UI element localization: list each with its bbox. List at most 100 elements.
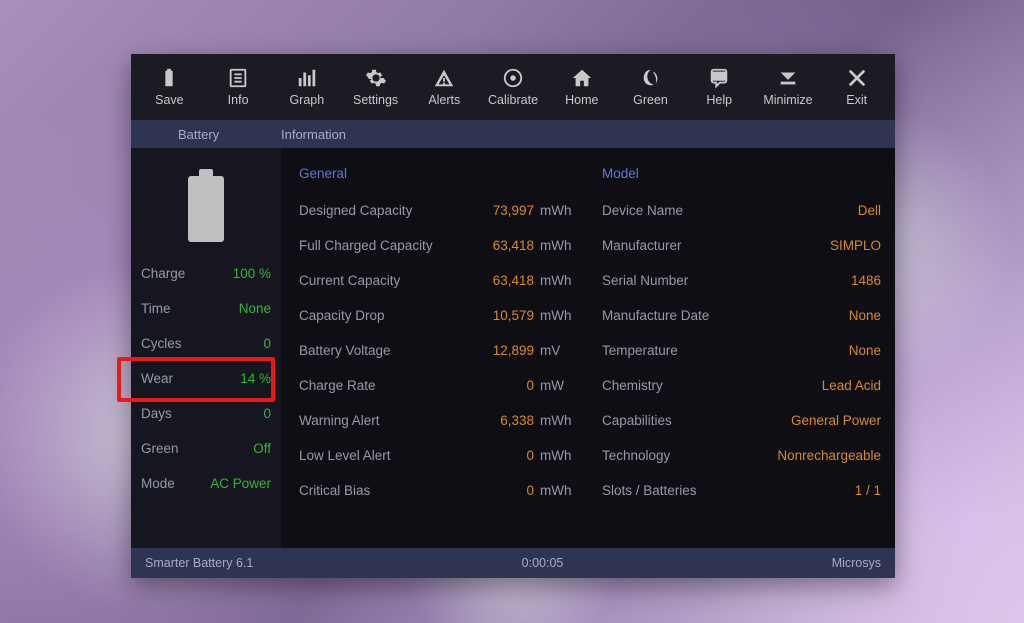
settings-button[interactable]: Settings <box>341 54 410 120</box>
row-key: Low Level Alert <box>299 448 484 463</box>
row-key: Critical Bias <box>299 483 484 498</box>
alerts-icon <box>433 67 455 89</box>
toolbar-label: Alerts <box>428 93 460 107</box>
side-stat-green: GreenOff <box>141 431 271 466</box>
tabs-bar: Battery Information <box>131 120 895 148</box>
row-value: 63,418 <box>484 273 534 288</box>
calibrate-button[interactable]: Calibrate <box>479 54 548 120</box>
graph-icon <box>296 67 318 89</box>
row-key: Warning Alert <box>299 413 484 428</box>
green-button[interactable]: Green <box>616 54 685 120</box>
row-value: 1486 <box>851 273 881 288</box>
battery-graphic-wrap <box>131 162 281 256</box>
desktop-background: SaveInfoGraph Settings Alerts Calibrate Home… <box>0 0 1024 623</box>
row-key: Serial Number <box>602 273 851 288</box>
row-value: 0 <box>484 378 534 393</box>
side-panel: Charge100 %TimeNoneCycles0Wear14 %Days0G… <box>131 148 281 548</box>
row-value: None <box>849 308 881 323</box>
row-key: Battery Voltage <box>299 343 484 358</box>
stat-value: AC Power <box>210 476 271 491</box>
toolbar-label: Home <box>565 93 598 107</box>
stat-value: 100 % <box>233 266 271 281</box>
help-button[interactable]: Help <box>685 54 754 120</box>
app-window: SaveInfoGraph Settings Alerts Calibrate Home… <box>131 54 895 578</box>
exit-button[interactable]: Exit <box>822 54 891 120</box>
model-row: Manufacture DateNone <box>602 298 881 333</box>
side-stats: Charge100 %TimeNoneCycles0Wear14 %Days0G… <box>131 256 281 501</box>
row-value: 0 <box>484 448 534 463</box>
row-key: Full Charged Capacity <box>299 238 484 253</box>
row-key: Capabilities <box>602 413 791 428</box>
side-stat-cycles: Cycles 0 <box>141 326 271 361</box>
row-value: Lead Acid <box>822 378 881 393</box>
side-stat-mode: Mode AC Power <box>141 466 271 501</box>
toolbar-label: Exit <box>846 93 867 107</box>
tab-battery[interactable]: Battery <box>178 127 281 142</box>
stat-key: Cycles <box>141 336 182 351</box>
side-stat-time: TimeNone <box>141 291 271 326</box>
toolbar-label: Settings <box>353 93 398 107</box>
side-stat-charge: Charge 100 % <box>141 256 271 291</box>
general-row: Critical Bias0mWh <box>299 473 578 508</box>
row-value: 0 <box>484 483 534 498</box>
model-row: Serial Number1486 <box>602 263 881 298</box>
save-button[interactable]: Save <box>135 54 204 120</box>
row-unit: mWh <box>534 308 578 323</box>
row-value: General Power <box>791 413 881 428</box>
row-key: Manufacture Date <box>602 308 849 323</box>
home-icon <box>571 67 593 89</box>
stat-key: Mode <box>141 476 175 491</box>
toolbar-label: Calibrate <box>488 93 538 107</box>
model-row: Device NameDell <box>602 193 881 228</box>
model-row: CapabilitiesGeneral Power <box>602 403 881 438</box>
home-button[interactable]: Home <box>547 54 616 120</box>
info-icon <box>227 67 249 89</box>
row-unit: mWh <box>534 483 578 498</box>
stat-key: Time <box>141 301 171 316</box>
stat-key: Charge <box>141 266 185 281</box>
row-value: SIMPLO <box>830 238 881 253</box>
main-panel: General Designed Capacity73,997 mWh Full C… <box>281 148 895 548</box>
general-row: Low Level Alert0mWh <box>299 438 578 473</box>
row-value: 6,338 <box>484 413 534 428</box>
row-key: Device Name <box>602 203 858 218</box>
general-row: Battery Voltage12,899mV <box>299 333 578 368</box>
exit-icon <box>846 67 868 89</box>
toolbar: SaveInfoGraph Settings Alerts Calibrate Home… <box>131 54 895 120</box>
model-row: Slots / Batteries1 / 1 <box>602 473 881 508</box>
row-key: Current Capacity <box>299 273 484 288</box>
stat-key: Wear <box>141 371 173 386</box>
row-key: Manufacturer <box>602 238 830 253</box>
model-row: ManufacturerSIMPLO <box>602 228 881 263</box>
row-value: 63,418 <box>484 238 534 253</box>
battery-icon <box>188 176 224 242</box>
row-value: 12,899 <box>484 343 534 358</box>
status-company: Microsys <box>832 556 881 570</box>
status-app-name: Smarter Battery 6.1 <box>145 556 253 570</box>
minimize-button[interactable]: Minimize <box>754 54 823 120</box>
tab-information[interactable]: Information <box>281 127 346 142</box>
row-key: Slots / Batteries <box>602 483 855 498</box>
alerts-button[interactable]: Alerts <box>410 54 479 120</box>
row-unit: mWh <box>534 448 578 463</box>
info-button[interactable]: Info <box>204 54 273 120</box>
row-unit: mWh <box>534 238 578 253</box>
general-heading: General <box>299 166 578 181</box>
row-unit: mW <box>534 378 578 393</box>
stat-value: 0 <box>263 336 271 351</box>
stat-value: 14 % <box>240 371 271 386</box>
row-unit: mWh <box>534 413 578 428</box>
row-value: Nonrechargeable <box>777 448 881 463</box>
graph-button[interactable]: Graph <box>272 54 341 120</box>
model-heading: Model <box>602 166 881 181</box>
save-icon <box>158 67 180 89</box>
stat-value: Off <box>253 441 271 456</box>
row-key: Chemistry <box>602 378 822 393</box>
row-key: Designed Capacity <box>299 203 484 218</box>
row-value: 73,997 <box>484 203 534 218</box>
row-key: Capacity Drop <box>299 308 484 323</box>
row-value: None <box>849 343 881 358</box>
toolbar-label: Green <box>633 93 668 107</box>
row-unit: mV <box>534 343 578 358</box>
model-column: Model Device NameDellManufacturerSIMPLOS… <box>602 166 881 538</box>
